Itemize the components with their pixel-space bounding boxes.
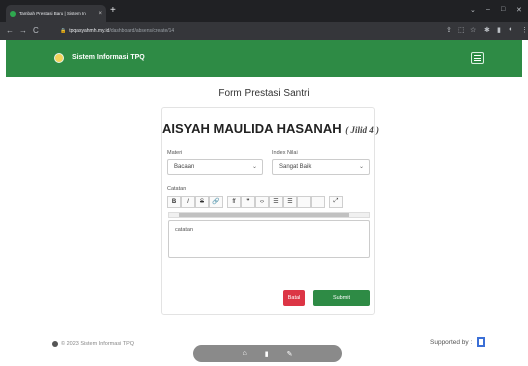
bottom-action-bar: ⌂ ▮ ✎	[193, 345, 342, 362]
star-icon[interactable]: ☆	[470, 26, 476, 34]
toolbar-scrollbar[interactable]	[168, 212, 370, 218]
tab-search-icon[interactable]: ⌄	[470, 6, 476, 14]
indent-button[interactable]	[297, 195, 311, 208]
strikethrough-button[interactable]: S	[195, 195, 209, 208]
prestasi-form-card: AISYAH MAULIDA HASANAH ( Jilid 4 ) Mater…	[161, 107, 379, 315]
copyright-icon	[52, 341, 58, 347]
url-host: tpqasyahmh.my.id	[69, 28, 110, 34]
scroll-thumb[interactable]	[179, 213, 349, 217]
profile-icon[interactable]: ◐	[509, 26, 513, 33]
menu-icon[interactable]: ⋮	[521, 26, 528, 34]
submit-button[interactable]: Submit	[313, 290, 370, 306]
tab-title: Tambah Prestasi Baru | Sistem In	[19, 11, 86, 16]
bookmark-icon[interactable]: ⬚	[458, 26, 465, 34]
sidebar-icon[interactable]: ▮	[497, 26, 501, 34]
supported-by: Supported by :	[430, 337, 486, 347]
copyright-text: © 2023 Sistem Informasi TPQ	[61, 341, 135, 347]
materi-select[interactable]: Bacaan ⌄	[167, 159, 263, 175]
brand-logo-icon	[54, 53, 64, 63]
url-path: /dashboard/absens/create/14	[109, 28, 175, 34]
nilai-select[interactable]: Sangat Baik ⌄	[272, 159, 370, 175]
home-icon[interactable]: ⌂	[243, 350, 247, 357]
student-heading: AISYAH MAULIDA HASANAH ( Jilid 4 )	[162, 121, 379, 136]
share-icon[interactable]: ⇪	[446, 26, 452, 34]
cancel-button[interactable]: Batal	[283, 290, 305, 306]
outdent-button[interactable]	[311, 195, 325, 208]
nilai-value: Sangat Baik	[279, 164, 312, 170]
link-button[interactable]: 🔗	[209, 195, 223, 208]
editor-toolbar: B I S 🔗 ff ❞ ‹› ☰ ☰ ⤢	[167, 194, 371, 209]
catatan-label: Catatan	[167, 186, 187, 192]
address-bar[interactable]: 🔒 tpqasyahmh.my.id /dashboard/absens/cre…	[54, 25, 434, 37]
browser-tabbar: Tambah Prestasi Baru | Sistem In × + ⌄ –…	[0, 0, 528, 22]
new-tab-button[interactable]: +	[110, 5, 116, 17]
expand-button[interactable]: ⤢	[329, 195, 343, 208]
jilid-label: ( Jilid 4 )	[345, 125, 379, 135]
heading-button[interactable]: ff	[227, 195, 241, 208]
materi-label: Materi	[167, 150, 183, 156]
edit-icon[interactable]: ✎	[287, 350, 293, 358]
lock-icon: 🔒	[60, 28, 67, 34]
browser-toolbar: ← → C 🔒 tpqasyahmh.my.id /dashboard/abse…	[0, 22, 528, 40]
trash-icon[interactable]: ▮	[265, 350, 269, 358]
footer-copyright: © 2023 Sistem Informasi TPQ	[52, 341, 134, 347]
numbered-list-button[interactable]: ☰	[283, 195, 297, 208]
sponsor-logo-icon	[477, 337, 486, 347]
favicon-icon	[10, 10, 16, 17]
chevron-down-icon: ⌄	[251, 164, 257, 170]
supported-by-text: Supported by :	[430, 338, 473, 346]
close-window-button[interactable]: ✕	[516, 6, 522, 14]
hamburger-menu-button[interactable]	[471, 52, 484, 64]
forward-button[interactable]: →	[19, 25, 27, 37]
tab-close-icon[interactable]: ×	[98, 11, 102, 17]
nilai-label: Index Nilai	[272, 150, 298, 156]
page-title: Form Prestasi Santri	[218, 88, 310, 99]
chevron-down-icon: ⌄	[358, 164, 364, 170]
app-navbar: Sistem Informasi TPQ	[6, 40, 522, 77]
maximize-button[interactable]: □	[501, 6, 505, 13]
extension-icon[interactable]: ✱	[484, 26, 490, 34]
bullet-list-button[interactable]: ☰	[269, 195, 283, 208]
reload-button[interactable]: C	[33, 25, 39, 37]
code-button[interactable]: ‹›	[255, 195, 269, 208]
browser-tab[interactable]: Tambah Prestasi Baru | Sistem In ×	[6, 5, 106, 22]
minimize-button[interactable]: –	[486, 6, 490, 13]
catatan-editor[interactable]: catatan	[168, 220, 370, 258]
italic-button[interactable]: I	[181, 195, 195, 208]
bold-button[interactable]: B	[167, 195, 181, 208]
materi-value: Bacaan	[174, 164, 195, 170]
brand-name[interactable]: Sistem Informasi TPQ	[72, 54, 145, 61]
student-name: AISYAH MAULIDA HASANAH	[162, 121, 342, 136]
back-button[interactable]: ←	[6, 25, 14, 37]
quote-button[interactable]: ❞	[241, 195, 255, 208]
